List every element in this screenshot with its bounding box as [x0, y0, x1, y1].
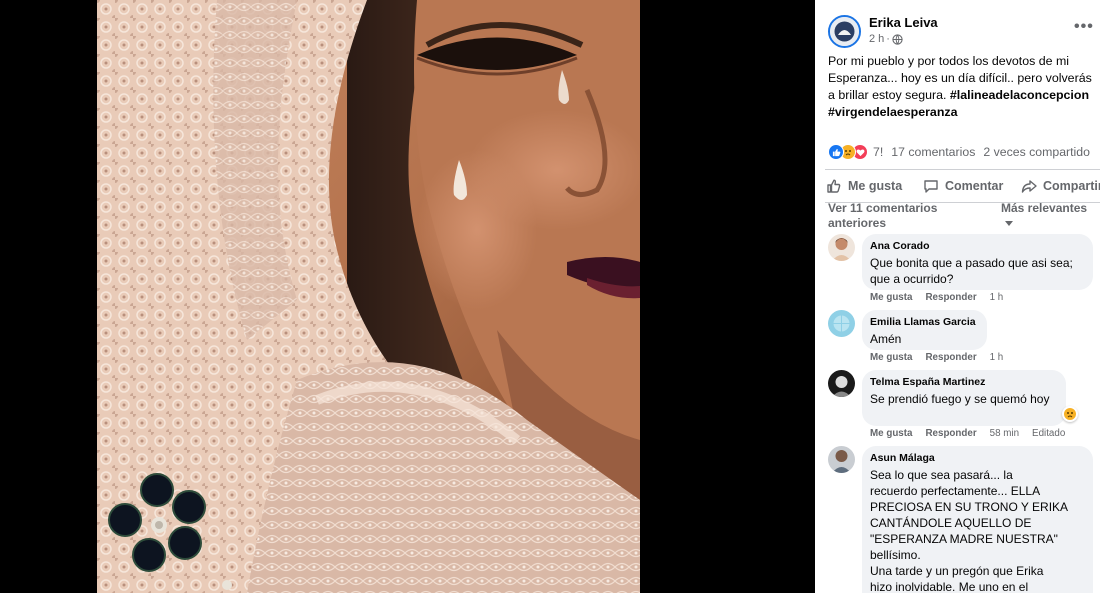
post-sidebar: Erika Leiva 2 h · ••• Por mi pueblo y po…: [815, 0, 1100, 593]
commenter-name[interactable]: Asun Málaga: [870, 452, 1083, 465]
comment-icon: [924, 180, 938, 193]
comment-line: recuerdo perfectamente... ELLA: [870, 484, 1041, 498]
comment-reply-link[interactable]: Responder: [925, 292, 976, 303]
sort-dropdown[interactable]: Más relevantes: [1001, 201, 1097, 231]
edited-label: Editado: [1032, 428, 1066, 439]
comment-time[interactable]: 1 h: [990, 352, 1004, 363]
reaction-count[interactable]: 7!: [873, 145, 883, 159]
commenter-avatar[interactable]: [828, 446, 855, 473]
comment-actions: Me gusta Responder 58 min Editado: [870, 428, 1078, 439]
author-name[interactable]: Erika Leiva: [869, 15, 938, 30]
comment-bubble: Emilia Llamas Garcia Amén: [862, 310, 987, 350]
commenter-name[interactable]: Ana Corado: [870, 240, 1083, 253]
sad-icon[interactable]: [1062, 406, 1078, 422]
share-label: Compartir: [1043, 179, 1100, 193]
post-actions: Me gusta Comentar Compartir: [815, 174, 1100, 200]
comment-like-link[interactable]: Me gusta: [870, 352, 912, 363]
post-photo[interactable]: [97, 0, 640, 593]
like-button[interactable]: Me gusta: [826, 178, 902, 194]
divider: [825, 169, 1100, 170]
comment-text: Sea lo que sea pasará... la recuerdo per…: [870, 467, 1083, 593]
commenter-name[interactable]: Telma España Martinez: [870, 376, 1056, 389]
comment-bubble: Ana Corado Que bonita que a pasado que a…: [862, 234, 1093, 290]
comment-label: Comentar: [945, 179, 1004, 193]
comment-line: PRECIOSA EN SU TRONO Y ERIKA: [870, 500, 1069, 514]
commenter-avatar[interactable]: [828, 310, 855, 337]
comments-count[interactable]: 17 comentarios: [891, 145, 975, 159]
comment-line: CANTÁNDOLE AQUELLO DE: [870, 516, 1032, 530]
comment-line: "ESPERANZA MADRE NUESTRA": [870, 532, 1058, 546]
comment-line: Sea lo que sea pasará... la: [870, 468, 1013, 482]
comment-button[interactable]: Comentar: [923, 178, 1003, 194]
comment-actions: Me gusta Responder 1 h: [870, 292, 1016, 303]
comment-text: Amén: [870, 332, 902, 346]
comment-time[interactable]: 1 h: [990, 292, 1004, 303]
shares-count[interactable]: 2 veces compartido: [983, 145, 1090, 159]
commenter-avatar[interactable]: [828, 370, 855, 397]
sort-label: Más relevantes: [1001, 201, 1088, 215]
comment-reply-link[interactable]: Responder: [925, 428, 976, 439]
comment-actions: Me gusta Responder 1 h: [870, 352, 1016, 363]
post-time[interactable]: 2 h: [869, 33, 884, 45]
comment-bubble: Asun Málaga Sea lo que sea pasará... la …: [862, 446, 1093, 593]
reactions-bar: 7! 17 comentarios 2 veces compartido: [828, 143, 1100, 161]
comment-like-link[interactable]: Me gusta: [870, 292, 912, 303]
share-button[interactable]: Compartir: [1021, 178, 1100, 194]
globe-icon: [892, 33, 903, 45]
post-meta: 2 h ·: [869, 33, 903, 45]
like-icon[interactable]: [828, 144, 844, 160]
comment-text: Que bonita que a pasado que asi sea; que…: [870, 256, 1073, 286]
chevron-down-icon: [1005, 221, 1013, 227]
comment-line: hizo inolvidable. Me uno en el: [870, 580, 1029, 593]
share-icon: [1021, 180, 1037, 193]
comment-line: bellísimo.: [870, 548, 921, 562]
author-avatar[interactable]: [828, 15, 861, 48]
comment-reply-link[interactable]: Responder: [925, 352, 976, 363]
comment-line: Una tarde y un pregón que Erika: [870, 564, 1044, 578]
photo-viewer: [0, 0, 815, 593]
commenter-avatar[interactable]: [828, 234, 855, 261]
like-label: Me gusta: [848, 179, 903, 193]
post-header: Erika Leiva 2 h · •••: [815, 0, 1100, 52]
hashtag-link[interactable]: #virgendelaesperanza: [828, 105, 957, 119]
view-previous-comments[interactable]: Ver 11 comentarios anteriores: [828, 201, 968, 231]
comment-text: Se prendió fuego y se quemó hoy: [870, 392, 1050, 406]
comment-bubble: Telma España Martinez Se prendió fuego y…: [862, 370, 1066, 426]
comment-like-link[interactable]: Me gusta: [870, 428, 912, 439]
post-text: Por mi pueblo y por todos los devotos de…: [828, 53, 1098, 121]
commenter-name[interactable]: Emilia Llamas Garcia: [870, 316, 977, 329]
comment-time[interactable]: 58 min: [990, 428, 1019, 439]
hashtag-link[interactable]: #lalineadelaconcepcion: [950, 88, 1089, 102]
thumbs-up-icon: [827, 179, 841, 193]
sep-dot: ·: [886, 33, 890, 45]
more-options-icon[interactable]: •••: [1074, 18, 1094, 36]
virgin-image: [97, 0, 640, 593]
